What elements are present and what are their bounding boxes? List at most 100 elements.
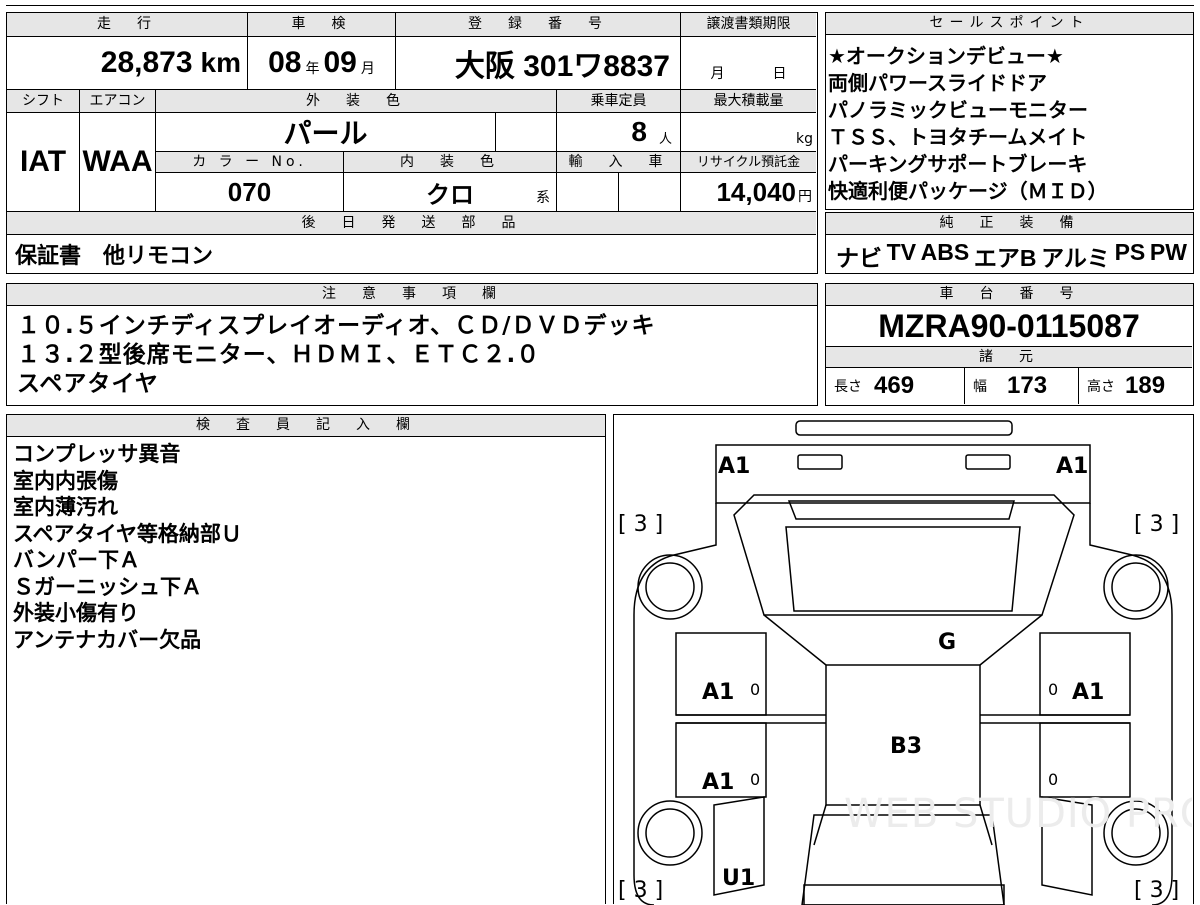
equipment-item: ABS [920, 239, 970, 265]
mark-zero: 0 [1048, 680, 1058, 699]
recycle-header: リサイクル預託金 [680, 151, 816, 173]
inspector-line: 外装小傷有り [13, 601, 139, 625]
front-bumper-shape [795, 420, 1013, 436]
equipment-item: アルミ [1041, 245, 1110, 271]
sales-point-line: 両側パワースライドドア [828, 71, 1047, 95]
equipment-list: ナビ TV ABS エアB アルミ PS PW [826, 235, 1193, 273]
mileage-value: 28,873 [100, 46, 193, 79]
headlight-left-shape [797, 454, 843, 470]
registration-header: 登 録 番 号 [395, 13, 680, 37]
sales-point-line: ★オークションデビュー★ [828, 44, 1064, 68]
sales-point-line: パーキングサポートブレーキ [828, 152, 1088, 176]
shift-value: IAT [19, 145, 67, 178]
color-no-value: 070 [227, 176, 272, 207]
chassis-number: MZRA90-0115087 [878, 307, 1140, 344]
vehicle-info-panel: 走 行 車 検 登 録 番 号 譲渡書類期限 28,873 km 08 年 09… [6, 12, 818, 274]
damage-diagram-panel: WEB STUDIO PRO A1 A1 [ 3 ] [ 3 ] G A1 A1… [613, 414, 1194, 905]
exterior-color-cell: パール [155, 113, 495, 151]
inspection-month-unit: 月 [360, 61, 375, 77]
inspector-line: アンテナカバー欠品 [13, 627, 202, 652]
inspector-list: コンプレッサ異音 室内内張傷 室内薄汚れ スペアタイヤ等格納部Ｕ バンパー下Ａ … [7, 437, 605, 653]
watermark: WEB STUDIO PRO [844, 791, 1192, 837]
headlight-right-shape [965, 454, 1011, 470]
shift-cell: IAT [7, 113, 79, 211]
max-load-header: 最大積載量 [680, 89, 816, 113]
inspector-header: 検 査 員 記 入 欄 [7, 415, 605, 437]
chassis-panel: 車 台 番 号 MZRA90-0115087 諸 元 長さ 469 幅 173 … [825, 283, 1194, 406]
mark-tire-fr: [ 3 ] [1134, 512, 1179, 537]
later-parts-value: 保証書 他リモコン [15, 243, 214, 269]
equipment-panel: 純 正 装 備 ナビ TV ABS エアB アルミ PS PW [825, 212, 1194, 274]
equipment-item: PW [1149, 239, 1187, 265]
import-cell-b [618, 173, 680, 211]
sales-point-line: ＴＳＳ、トヨタチームメイト [828, 125, 1088, 149]
later-parts-header: 後 日 発 送 部 品 [7, 211, 816, 235]
ac-header: エアコン [79, 89, 155, 113]
exterior-color-value: パール [283, 118, 368, 149]
equipment-item: ナビ [836, 245, 882, 271]
mark-roof: B3 [890, 734, 922, 759]
recycle-cell: 14,040 円 [680, 173, 816, 211]
note-line: スペアタイヤ [17, 371, 159, 397]
wheel-rl-shape [637, 800, 703, 866]
inspector-line: Ｓガーニッシュ下Ａ [13, 574, 202, 599]
transfer-header: 譲渡書類期限 [680, 13, 816, 37]
sales-points-header: セールスポイント [826, 13, 1193, 35]
inspector-line: 室内内張傷 [13, 468, 118, 493]
inspector-line: スペアタイヤ等格納部Ｕ [13, 521, 242, 546]
car-diagram: WEB STUDIO PRO A1 A1 [ 3 ] [ 3 ] G A1 A1… [618, 420, 1192, 905]
spec-height-value: 189 [1125, 372, 1166, 399]
rear-bumper-shape [803, 884, 1005, 905]
ac-value: WAA [82, 145, 153, 178]
color-no-header: カ ラ ー No. [155, 151, 343, 173]
color-no-cell: 070 [155, 173, 343, 211]
mark-tire-rr: [ 3 ] [1134, 878, 1179, 903]
interior-color-cell: クロ 系 [343, 173, 556, 211]
equipment-item: エアB [973, 245, 1037, 271]
mark-zero: 0 [750, 770, 760, 789]
later-parts-cell: 保証書 他リモコン [7, 235, 816, 272]
mileage-header: 走 行 [7, 13, 247, 37]
capacity-value: 8 [631, 116, 647, 147]
spec-height-label: 高さ [1087, 379, 1115, 395]
right-side-divider-shape [980, 714, 1130, 724]
left-side-divider-shape [676, 714, 826, 724]
mark-rear-left: U1 [722, 866, 755, 891]
spec-width-label: 幅 [973, 379, 987, 395]
transfer-month-unit: 月 [710, 66, 725, 82]
spec-height: 高さ 189 [1078, 368, 1192, 404]
mark-zero: 0 [1048, 770, 1058, 789]
spec-width: 幅 173 [964, 368, 1078, 404]
spec-length-label: 長さ [834, 379, 862, 395]
notes-list: １０.５インチディスプレイオーディオ、ＣＤ/ＤＶＤデッキ １３.２型後席モニター… [7, 306, 817, 399]
interior-color-suffix: 系 [536, 190, 550, 206]
max-load-unit: kg [796, 131, 813, 147]
top-strip [6, 0, 1194, 6]
capacity-unit: 人 [658, 131, 672, 147]
sales-point-line: 快適利便パッケージ（ＭＩＤ） [828, 179, 1108, 203]
max-load-cell: kg [680, 113, 816, 151]
shift-header: シフト [7, 89, 79, 113]
chassis-header: 車 台 番 号 [826, 284, 1193, 306]
recycle-value: 14,040 [716, 176, 796, 207]
inspection-year-unit: 年 [305, 61, 320, 77]
transfer-cell: 月 日 [680, 37, 816, 89]
a-pillar-shape [763, 614, 1043, 666]
inspector-line: 室内薄汚れ [13, 495, 118, 519]
sales-points-list: ★オークションデビュー★ 両側パワースライドドア パノラミックビューモニター Ｔ… [826, 35, 1193, 205]
transfer-day-unit: 日 [772, 66, 787, 82]
inspector-line: バンパー下Ａ [13, 548, 141, 572]
inspection-cell: 08 年 09 月 [247, 37, 395, 89]
specs-header: 諸 元 [826, 346, 1192, 368]
registration-cell: 大阪 301ワ8837 [395, 37, 680, 89]
mileage-unit: km [200, 47, 241, 78]
mark-tire-rl: [ 3 ] [618, 878, 663, 903]
inspection-year: 08 [268, 46, 302, 79]
note-line: １０.５インチディスプレイオーディオ、ＣＤ/ＤＶＤデッキ [17, 313, 656, 339]
sales-point-line: パノラミックビューモニター [828, 98, 1088, 122]
exterior-color-extra [495, 113, 556, 151]
mark-hood: G [938, 630, 956, 655]
mileage-cell: 28,873 km [7, 37, 247, 89]
mark-front-left: A1 [718, 454, 750, 479]
ac-cell: WAA [79, 113, 155, 211]
